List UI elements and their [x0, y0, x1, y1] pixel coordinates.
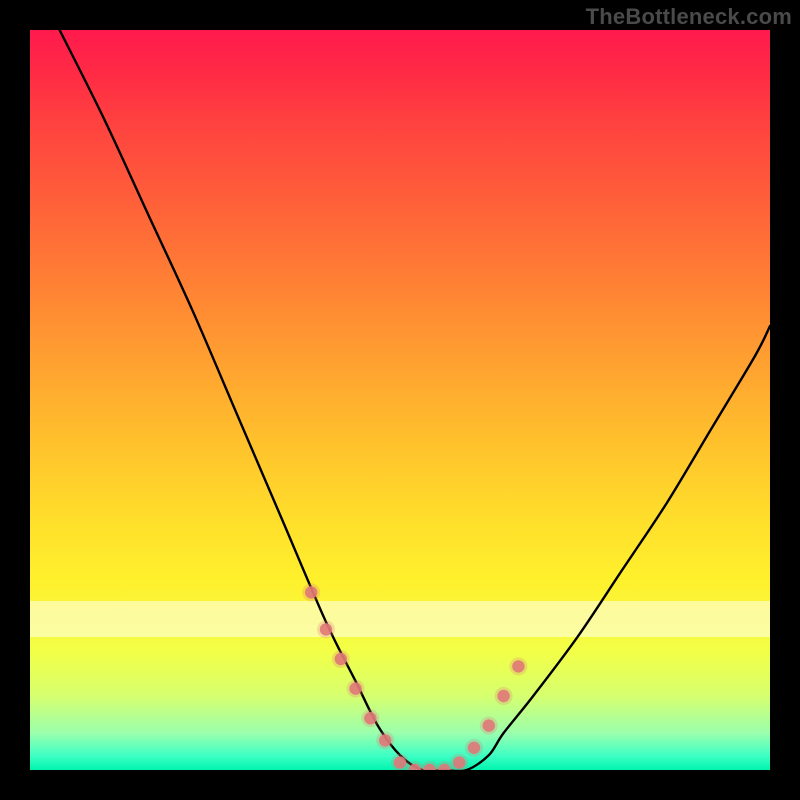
chart-frame: TheBottleneck.com	[0, 0, 800, 800]
marker-point	[453, 756, 465, 768]
marker-point	[394, 756, 406, 768]
marker-point	[468, 742, 480, 754]
watermark-text: TheBottleneck.com	[586, 4, 792, 30]
marker-point	[497, 690, 509, 702]
marker-point	[379, 734, 391, 746]
marker-point	[364, 712, 376, 724]
bottleneck-curve	[60, 30, 770, 770]
plot-area	[30, 30, 770, 770]
marker-point	[320, 623, 332, 635]
chart-svg	[30, 30, 770, 770]
marker-point	[483, 719, 495, 731]
highlighted-points	[302, 583, 527, 770]
curve-line	[60, 30, 770, 770]
marker-point	[335, 653, 347, 665]
marker-point	[349, 682, 361, 694]
marker-point	[305, 586, 317, 598]
marker-point	[512, 660, 524, 672]
